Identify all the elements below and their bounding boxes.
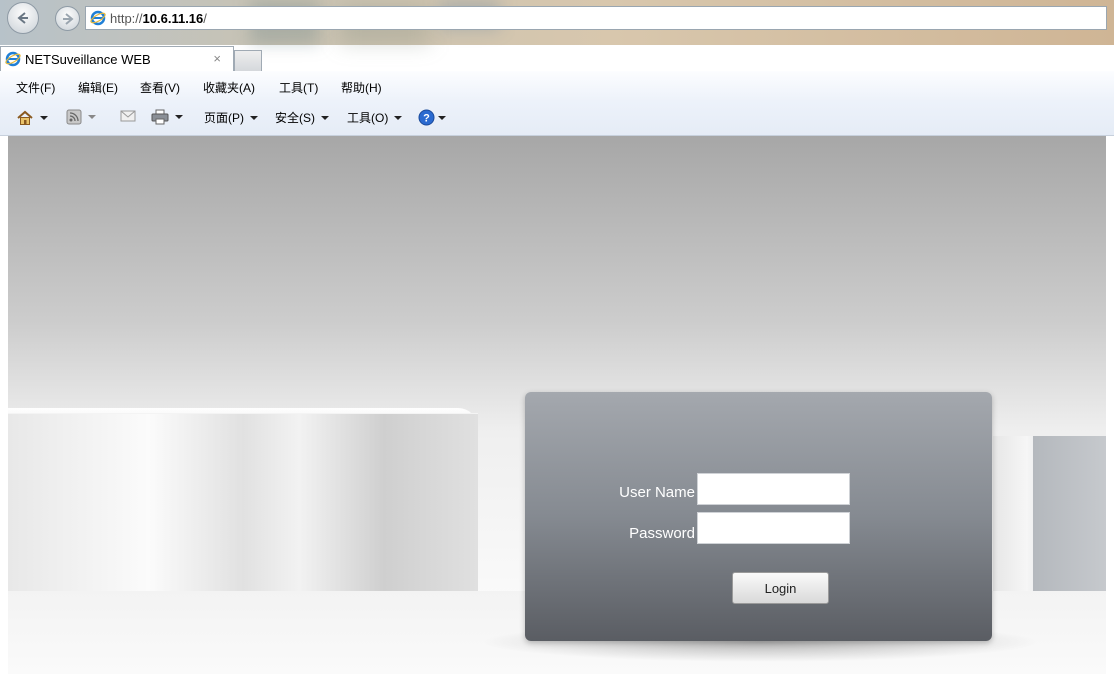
forward-arrow-icon — [62, 12, 74, 25]
menu-edit[interactable]: 编辑(E) — [78, 79, 118, 96]
printer-icon — [151, 109, 169, 125]
back-arrow-icon — [17, 12, 28, 24]
menu-bar: 文件(F) 编辑(E) 查看(V) 收藏夹(A) 工具(T) 帮助(H) — [0, 71, 1114, 101]
command-bar: 页面(P) 安全(S) 工具(O) ? — [0, 101, 1114, 136]
svg-text:?: ? — [423, 113, 430, 125]
chevron-down-icon — [438, 115, 446, 120]
tools-menu-label: 工具(O) — [347, 111, 389, 125]
home-button[interactable] — [16, 109, 48, 127]
page-menu-label: 页面(P) — [204, 111, 244, 125]
menu-file[interactable]: 文件(F) — [16, 79, 55, 96]
chevron-down-icon — [175, 115, 183, 119]
safety-menu-label: 安全(S) — [275, 111, 315, 125]
rss-feed-icon — [66, 109, 82, 125]
print-button[interactable] — [151, 109, 183, 125]
help-icon: ? — [418, 109, 435, 126]
login-panel: User Name Password Login — [525, 392, 992, 641]
mail-icon — [120, 110, 136, 122]
back-button[interactable] — [7, 2, 39, 34]
password-input[interactable] — [697, 512, 850, 544]
tab-netsurveillance[interactable]: NETSuveillance WEB × — [0, 46, 234, 71]
safety-menu-button[interactable]: 安全(S) — [275, 109, 329, 126]
background-wall — [8, 413, 478, 619]
tab-title: NETSuveillance WEB — [25, 51, 151, 67]
chevron-down-icon — [321, 115, 329, 120]
username-label: User Name — [619, 484, 695, 501]
new-tab-button[interactable] — [234, 50, 262, 71]
ie-logo-icon — [5, 51, 21, 67]
background-wall — [1033, 436, 1106, 596]
home-icon — [17, 110, 33, 125]
close-tab-icon[interactable]: × — [213, 51, 221, 66]
login-button[interactable]: Login — [732, 572, 829, 604]
chevron-down-icon — [250, 115, 258, 120]
address-bar[interactable]: http://10.6.11.16/ — [85, 6, 1107, 30]
chevron-down-icon — [40, 116, 48, 120]
chevron-down-icon — [394, 115, 403, 120]
help-button[interactable]: ? — [418, 109, 446, 126]
feeds-button[interactable] — [66, 109, 96, 125]
web-page: User Name Password Login — [8, 136, 1106, 674]
menu-view[interactable]: 查看(V) — [140, 79, 180, 96]
forward-button[interactable] — [55, 6, 80, 31]
tab-row: NETSuveillance WEB × — [0, 45, 1114, 71]
mail-button[interactable] — [120, 109, 136, 123]
menu-help[interactable]: 帮助(H) — [341, 79, 382, 96]
title-bar: http://10.6.11.16/ — [0, 0, 1114, 45]
address-url: http://10.6.11.16/ — [110, 10, 207, 26]
password-label: Password — [629, 525, 695, 542]
page-menu-button[interactable]: 页面(P) — [204, 109, 258, 126]
tools-menu-button[interactable]: 工具(O) — [347, 109, 403, 126]
username-input[interactable] — [697, 473, 850, 505]
menu-tools[interactable]: 工具(T) — [279, 79, 318, 96]
ie-logo-icon — [90, 10, 106, 26]
menu-favorites[interactable]: 收藏夹(A) — [203, 79, 255, 96]
browser-chrome: http://10.6.11.16/ NETSuveillance WEB × … — [0, 0, 1114, 136]
chevron-down-icon — [88, 115, 96, 119]
